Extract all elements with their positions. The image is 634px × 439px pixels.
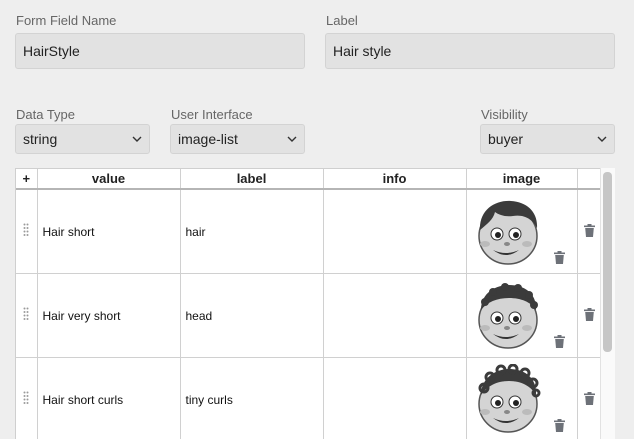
column-header-actions [577, 169, 602, 190]
row-info-cell[interactable] [323, 189, 467, 274]
delete-image-icon[interactable] [553, 335, 565, 348]
cartoon-boy-very-short-hair-icon [477, 283, 538, 349]
user-interface-value: image-list [178, 131, 238, 147]
row-value-cell[interactable]: Hair very short [37, 273, 181, 358]
form-field-name-input[interactable]: HairStyle [15, 33, 305, 69]
row-delete-cell [577, 357, 602, 439]
options-table: + value label info image Hair short hair [16, 169, 602, 439]
row-image-cell [466, 273, 578, 358]
row-drag-cell [16, 273, 38, 358]
row-value-cell[interactable]: Hair short [37, 189, 181, 274]
table-row: Hair very short head [16, 273, 602, 358]
cartoon-boy-short-hair-icon [477, 200, 538, 265]
delete-row-icon[interactable] [583, 307, 595, 321]
row-info-cell[interactable] [323, 273, 467, 358]
options-grid: + value label info image Hair short hair [15, 168, 614, 439]
column-header-value: value [37, 169, 181, 190]
data-type-value: string [23, 131, 58, 147]
add-row-button[interactable]: + [16, 169, 38, 190]
table-header-row: + value label info image [16, 169, 602, 190]
delete-image-icon[interactable] [553, 419, 565, 432]
delete-row-icon[interactable] [583, 391, 595, 405]
drag-handle-icon[interactable] [23, 391, 29, 405]
grid-scrollbar-thumb[interactable] [603, 172, 612, 352]
delete-row-icon[interactable] [583, 223, 595, 237]
table-row: Hair short curls tiny curls [16, 357, 602, 439]
row-label-cell[interactable]: hair [180, 189, 324, 274]
column-header-info: info [323, 169, 467, 190]
delete-image-icon[interactable] [553, 251, 565, 264]
row-delete-cell [577, 273, 602, 358]
chevron-down-icon [287, 136, 297, 142]
row-label-cell[interactable]: tiny curls [180, 357, 324, 439]
row-label-cell[interactable]: head [180, 273, 324, 358]
row-delete-cell [577, 189, 602, 274]
form-field-name-label: Form Field Name [16, 13, 117, 28]
label-label: Label [326, 13, 358, 28]
user-interface-label: User Interface [171, 107, 253, 122]
row-value-cell[interactable]: Hair short curls [37, 357, 181, 439]
row-image-cell [466, 189, 578, 274]
row-info-cell[interactable] [323, 357, 467, 439]
table-row: Hair short hair [16, 189, 602, 274]
data-type-label: Data Type [16, 107, 76, 122]
row-drag-cell [16, 357, 38, 439]
drag-handle-icon[interactable] [23, 223, 29, 237]
visibility-label: Visibility [481, 107, 528, 122]
chevron-down-icon [597, 136, 607, 142]
drag-handle-icon[interactable] [23, 307, 29, 321]
column-header-label: label [180, 169, 324, 190]
row-image-cell [466, 357, 578, 439]
data-type-select[interactable]: string [15, 124, 150, 154]
chevron-down-icon [132, 136, 142, 142]
cartoon-boy-short-curls-icon [477, 364, 540, 433]
visibility-select[interactable]: buyer [480, 124, 615, 154]
label-input[interactable]: Hair style [325, 33, 615, 69]
column-header-image: image [466, 169, 578, 190]
visibility-value: buyer [488, 131, 524, 147]
user-interface-select[interactable]: image-list [170, 124, 305, 154]
row-drag-cell [16, 189, 38, 274]
